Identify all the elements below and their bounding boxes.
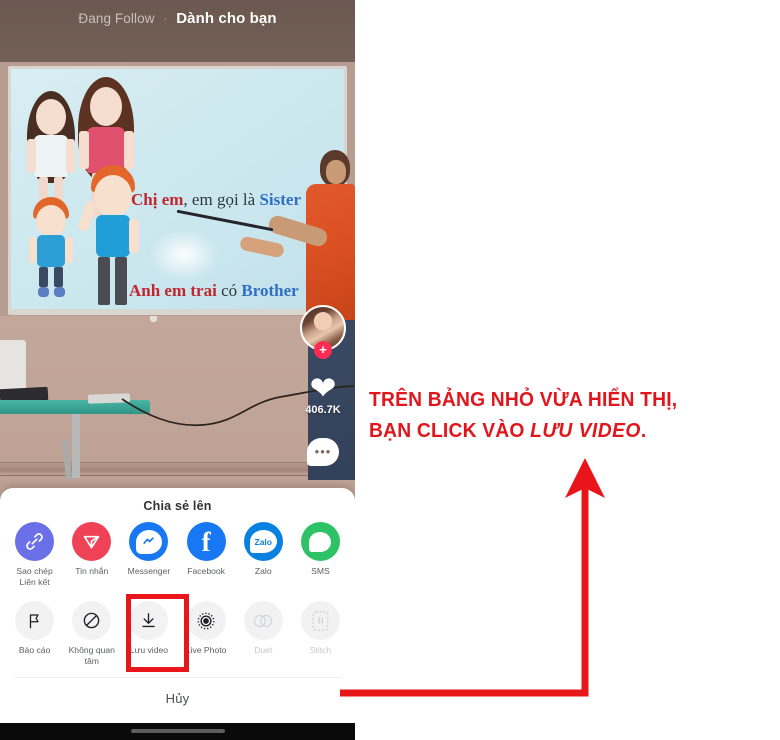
router-device — [87, 393, 131, 404]
action-label: Báo cáo — [18, 645, 51, 655]
share-option-label: Zalo — [254, 566, 272, 576]
video-feed-tabs: Đang Follow · Dành cho bạn — [0, 10, 355, 27]
share-sheet-title: Chia sẻ lên — [143, 499, 212, 513]
share-option-label: Tin nhắn — [75, 566, 109, 576]
block-icon[interactable] — [72, 601, 112, 640]
slide-text-line-1: Chị em, em gọi là Sister — [131, 190, 301, 210]
share-option-facebook[interactable]: f Facebook — [178, 522, 235, 577]
send-icon[interactable] — [72, 522, 112, 561]
comment-dots: ••• — [314, 444, 332, 459]
callout-line-2: BẠN CLICK VÀO LƯU VIDEO. — [369, 415, 689, 446]
comment-icon[interactable]: ••• — [307, 438, 339, 466]
tab-for-you[interactable]: Dành cho bạn — [176, 10, 276, 27]
slide-line2-dark: có — [216, 281, 242, 300]
callout-line2-suffix: . — [640, 419, 647, 442]
live-photo-icon[interactable] — [186, 601, 226, 640]
like-count: 406.7K — [305, 404, 341, 416]
link-icon[interactable] — [15, 522, 55, 561]
tab-separator: · — [163, 12, 168, 25]
projector-screen-nub — [150, 316, 157, 322]
action-label: Không quan tâm — [68, 645, 115, 666]
heart-icon[interactable]: ❤ — [297, 372, 349, 404]
instruction-callout: TRÊN BẢNG NHỎ VỪA HIỂN THỊ, BẠN CLICK VÀ… — [369, 384, 689, 446]
follow-plus-icon[interactable]: + — [314, 341, 332, 359]
arrow-up-icon — [340, 458, 605, 697]
action-label: Duet — [254, 645, 273, 655]
slide-line1-blue: Sister — [259, 190, 301, 209]
callout-line2-prefix: BẠN CLICK VÀO — [369, 419, 531, 442]
home-indicator[interactable] — [130, 729, 225, 733]
teacher-shirt — [306, 184, 355, 324]
projector-glare — [149, 229, 219, 281]
share-option-message[interactable]: Tin nhắn — [63, 522, 120, 577]
share-option-label: Messenger — [127, 566, 171, 576]
slide-line2-blue: Brother — [241, 281, 299, 300]
teacher-face — [326, 160, 346, 184]
share-option-messenger[interactable]: Messenger — [120, 522, 177, 577]
zalo-icon[interactable]: Zalo — [243, 522, 283, 561]
share-option-copy-link[interactable]: Sao chép Liên kết — [6, 522, 63, 588]
duet-icon[interactable] — [243, 601, 283, 640]
share-apps-row: Sao chép Liên kết Tin nhắn Messenger f F… — [0, 513, 355, 588]
like-button[interactable]: ❤ 406.7K — [297, 372, 349, 416]
action-not-interested[interactable]: Không quan tâm — [63, 601, 120, 667]
desk-leg — [72, 414, 80, 478]
sms-icon[interactable] — [300, 522, 340, 561]
home-bar-area — [0, 723, 355, 740]
zalo-wordmark: Zalo — [249, 530, 277, 553]
flag-icon[interactable] — [15, 601, 55, 640]
messenger-icon[interactable] — [129, 522, 169, 561]
facebook-icon[interactable]: f — [186, 522, 226, 561]
share-option-zalo[interactable]: Zalo Zalo — [235, 522, 292, 577]
stitch-icon[interactable] — [300, 601, 340, 640]
slide-line1-dark: , em gọi là — [183, 190, 260, 209]
action-report[interactable]: Báo cáo — [6, 601, 63, 656]
tab-following[interactable]: Đang Follow — [78, 11, 154, 26]
projector-screen: Chị em, em gọi là Sister Anh em trai có … — [11, 69, 344, 309]
slide-line2-red: Anh em trai — [129, 281, 217, 300]
slide-line1-red: Chị em — [131, 190, 184, 209]
slide-figure-boy-small — [25, 197, 79, 303]
action-rail: + ❤ 406.7K ••• — [297, 305, 349, 466]
share-option-label: Facebook — [187, 566, 225, 576]
callout-emphasis: LƯU VIDEO — [530, 419, 641, 442]
highlight-box-save-video — [126, 594, 189, 672]
screenshot-root: Chị em, em gọi là Sister Anh em trai có … — [0, 0, 780, 740]
action-duet[interactable]: Duet — [235, 601, 292, 656]
cancel-button[interactable]: Hủy — [0, 678, 355, 706]
creator-avatar-wrap[interactable]: + — [300, 305, 346, 359]
laptop-lid — [0, 340, 26, 392]
callout-line-1: TRÊN BẢNG NHỎ VỪA HIỂN THỊ, — [369, 388, 678, 411]
share-option-label: Sao chép Liên kết — [16, 566, 53, 587]
slide-text-line-2: Anh em trai có Brother — [129, 281, 299, 301]
